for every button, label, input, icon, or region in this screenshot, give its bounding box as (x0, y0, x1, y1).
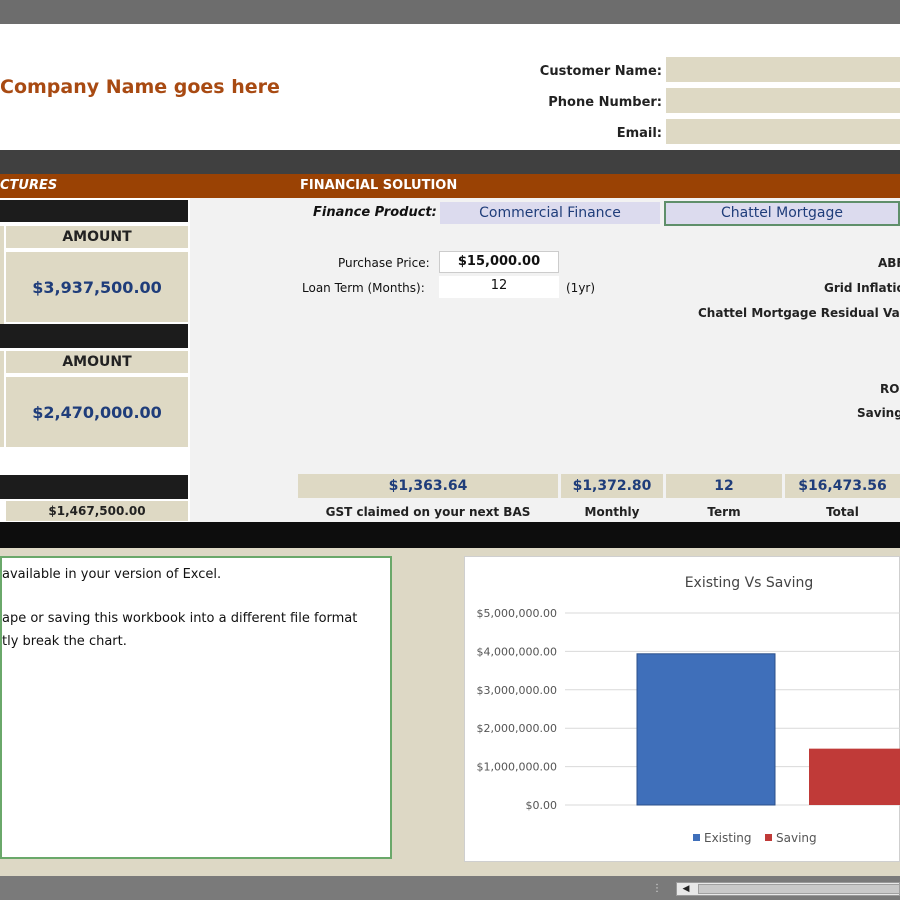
term-value-cell: 12 (666, 474, 782, 498)
finance-product-select[interactable]: Commercial Finance (440, 202, 660, 224)
product-type-select[interactable]: Chattel Mortgage (664, 201, 900, 226)
residual-value-label: Chattel Mortgage Residual Valu (698, 306, 900, 320)
left-section-3-bar (0, 475, 188, 499)
message-line-1: available in your version of Excel. (2, 567, 222, 582)
left-section-2-edge (0, 351, 4, 447)
chart-y-tick-label: $0.00 (526, 799, 558, 812)
financial-solution-title: FINANCIAL SOLUTION (300, 178, 458, 193)
chart-y-tick-label: $4,000,000.00 (477, 645, 557, 658)
left-section-2-amount-value: $2,470,000.00 (32, 403, 162, 422)
gst-caption: GST claimed on your next BAS (325, 505, 531, 519)
loan-term-label: Loan Term (Months): (302, 281, 425, 295)
phone-number-label: Phone Number: (548, 95, 662, 110)
message-line-2: ape or saving this workbook into a diffe… (2, 611, 358, 626)
total-value-cell: $16,473.56 (785, 474, 900, 498)
legend-swatch-saving (765, 834, 772, 841)
chart-y-tick-labels: $0.00 $1,000,000.00 $2,000,000.00 $3,000,00… (477, 607, 557, 812)
chart-bar-saving[interactable] (809, 748, 900, 805)
scrollbar-thumb[interactable] (698, 884, 900, 894)
term-caption: Term (707, 505, 741, 519)
left-section-title: CTURES (0, 178, 58, 193)
customer-name-label: Customer Name: (539, 64, 662, 79)
message-line-3: tly break the chart. (2, 634, 127, 649)
header-divider-band (0, 150, 900, 174)
finance-product-label: Finance Product: (313, 205, 437, 220)
unsupported-shape-message[interactable] (0, 556, 392, 859)
left-section-1-bar (0, 200, 188, 222)
section-divider-band (0, 522, 900, 548)
chart-legend: Existing Saving (693, 831, 817, 845)
legend-swatch-existing (693, 834, 700, 841)
chart-bar-existing[interactable] (636, 653, 776, 806)
left-section-2-amount-header: AMOUNT (62, 354, 132, 370)
chart-title: Existing Vs Saving (685, 575, 814, 591)
grid-inflation-label: Grid Inflatio (824, 281, 900, 295)
monthly-value-cell: $1,372.80 (561, 474, 663, 498)
left-section-1-amount-value: $3,937,500.00 (32, 278, 162, 297)
monthly-caption: Monthly (584, 505, 640, 519)
customer-name-field[interactable] (666, 57, 900, 83)
abf-label: ABF (878, 256, 900, 270)
left-section-1-edge (0, 226, 4, 324)
chart-y-tick-label: $5,000,000.00 (477, 607, 557, 620)
purchase-price-label: Purchase Price: (338, 256, 430, 270)
loan-term-input[interactable]: 12 (439, 276, 559, 298)
saving-label: Saving (857, 406, 900, 420)
email-field[interactable] (666, 119, 900, 145)
legend-label-saving: Saving (776, 831, 817, 845)
phone-number-field[interactable] (666, 88, 900, 114)
window-top-bar (0, 0, 900, 24)
email-label: Email: (616, 126, 662, 141)
left-section-2-bar (0, 324, 188, 348)
chart-bars (636, 653, 900, 806)
company-name: Company Name goes here (0, 76, 280, 98)
loan-term-note: (1yr) (566, 281, 596, 295)
left-section-1-amount-header: AMOUNT (62, 229, 132, 245)
scroll-left-icon[interactable]: ◀ (678, 883, 694, 895)
gst-value-cell: $1,363.64 (298, 474, 558, 498)
chart-y-tick-label: $3,000,000.00 (477, 684, 557, 697)
total-caption: Total (826, 505, 859, 519)
roi-label: RO (880, 382, 900, 396)
existing-vs-saving-chart[interactable]: Existing Vs Saving $0.00 $1,000,000.00 $2,… (464, 556, 900, 862)
left-section-3-amount-value: $1,467,500.00 (48, 504, 146, 518)
purchase-price-input[interactable]: $15,000.00 (439, 251, 559, 273)
chart-canvas: Existing Vs Saving $0.00 $1,000,000.00 $2,… (477, 575, 900, 845)
chart-y-tick-label: $2,000,000.00 (477, 722, 557, 735)
legend-label-existing: Existing (704, 831, 752, 845)
split-grip-icon[interactable]: ⋮ (652, 882, 662, 896)
chart-y-tick-label: $1,000,000.00 (477, 761, 557, 774)
